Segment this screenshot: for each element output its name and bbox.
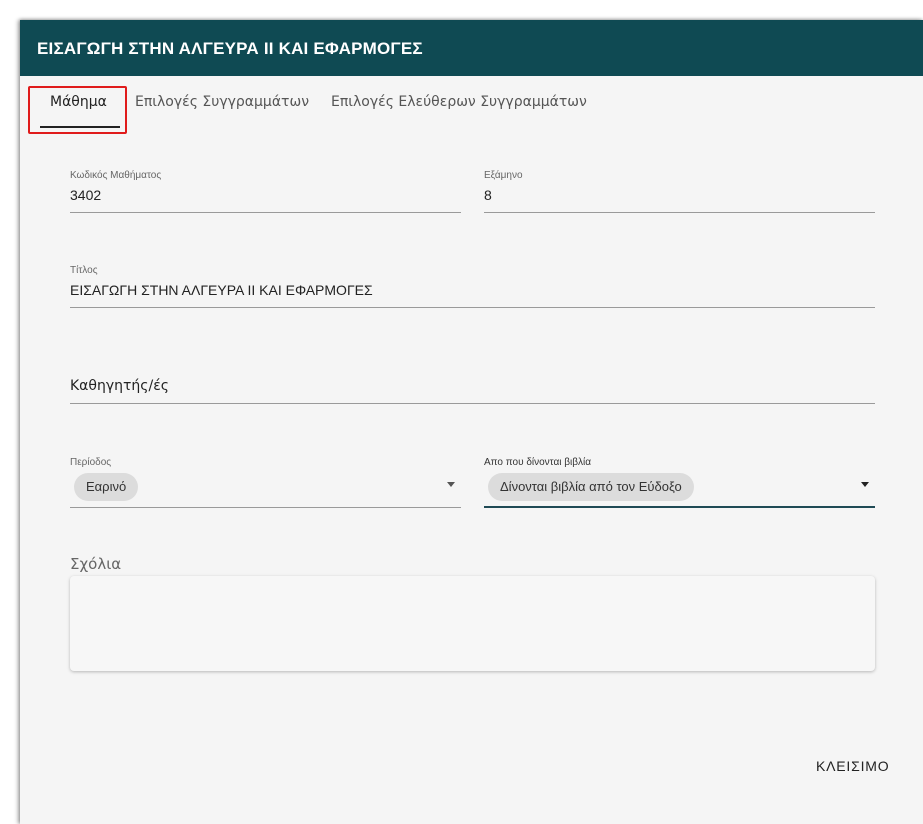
dialog-header: ΕΙΣΑΓΩΓΗ ΣΤΗΝ ΑΛΓΕΥΡΑ ΙΙ ΚΑΙ ΕΦΑΡΜΟΓΕΣ [20, 20, 923, 76]
semester-value: 8 [484, 187, 492, 203]
course-code-field[interactable]: Κωδικός Μαθήματος 3402 [70, 170, 461, 214]
tab-bar: Μάθημα Επιλογές Συγγραμμάτων Επιλογές Ελ… [20, 76, 923, 134]
course-code-underline [70, 212, 461, 213]
period-dropdown-icon [447, 482, 455, 487]
title-field[interactable]: Τίτλος ΕΙΣΑΓΩΓΗ ΣΤΗΝ ΑΛΓΕΥΡΑ ΙΙ ΚΑΙ ΕΦΑΡ… [70, 265, 875, 309]
course-code-label: Κωδικός Μαθήματος [70, 170, 162, 181]
tab-course[interactable]: Μάθημα [50, 94, 107, 110]
period-underline [70, 507, 461, 508]
comments-label: Σχόλια [70, 555, 122, 573]
title-label: Τίτλος [70, 265, 98, 276]
period-chip: Εαρινό [74, 473, 139, 501]
books-source-select[interactable]: Απο που δίνονται βιβλία Δίνονται βιβλία … [484, 457, 875, 509]
books-source-dropdown-icon [861, 482, 869, 487]
course-code-value: 3402 [70, 187, 102, 203]
books-source-underline [484, 506, 875, 508]
course-dialog: ΕΙΣΑΓΩΓΗ ΣΤΗΝ ΑΛΓΕΥΡΑ ΙΙ ΚΑΙ ΕΦΑΡΜΟΓΕΣ Μ… [20, 20, 923, 824]
active-tab-indicator [40, 126, 120, 128]
comments-textarea[interactable] [70, 576, 875, 671]
books-source-chip: Δίνονται βιβλία από τον Εύδοξο [488, 473, 694, 501]
period-select[interactable]: Περίοδος Εαρινό [70, 457, 461, 509]
semester-underline [484, 212, 875, 213]
semester-field[interactable]: Εξάμηνο 8 [484, 170, 875, 214]
professors-underline [70, 403, 875, 404]
tab-textbook-options[interactable]: Επιλογές Συγγραμμάτων [135, 94, 309, 110]
tab-free-textbook-options[interactable]: Επιλογές Ελεύθερων Συγγραμμάτων [331, 94, 587, 110]
semester-label: Εξάμηνο [484, 170, 523, 181]
title-value: ΕΙΣΑΓΩΓΗ ΣΤΗΝ ΑΛΓΕΥΡΑ ΙΙ ΚΑΙ ΕΦΑΡΜΟΓΕΣ [70, 282, 373, 298]
period-label: Περίοδος [70, 457, 112, 468]
professors-placeholder: Καθηγητής/ές [70, 378, 170, 394]
professors-field[interactable]: Καθηγητής/ές [70, 375, 875, 405]
close-button[interactable]: ΚΛΕΙΣΙΜΟ [816, 758, 889, 774]
dialog-title: ΕΙΣΑΓΩΓΗ ΣΤΗΝ ΑΛΓΕΥΡΑ ΙΙ ΚΑΙ ΕΦΑΡΜΟΓΕΣ [37, 39, 423, 58]
books-source-label: Απο που δίνονται βιβλία [484, 457, 592, 468]
title-underline [70, 307, 875, 308]
